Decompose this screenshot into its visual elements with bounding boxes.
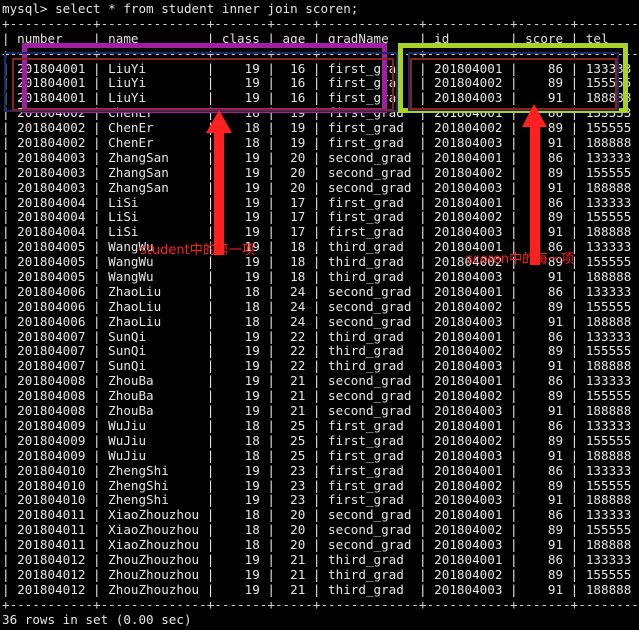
table-row: | 201804008 | ZhouBa | 19 | 21 | second_… [2, 388, 639, 404]
footer-line: 36 rows in set (0.00 sec) [2, 611, 192, 627]
hdr-line: | number | name | class | age | gradName… [2, 30, 639, 46]
table-row: | 201804007 | SunQi | 19 | 22 | third_gr… [2, 343, 639, 359]
table-row: | 201804006 | ZhaoLiu | 18 | 24 | second… [2, 313, 639, 329]
table-row: | 201804004 | LiSi | 19 | 17 | first_gra… [2, 209, 639, 225]
table-row: | 201804003 | ZhangSan | 19 | 20 | secon… [2, 179, 639, 195]
table-row: | 201804003 | ZhangSan | 19 | 20 | secon… [2, 164, 639, 180]
table-row: | 201804009 | WuJiu | 18 | 25 | first_gr… [2, 447, 639, 463]
table-row: | 201804012 | ZhouZhouzhou | 19 | 21 | t… [2, 551, 639, 567]
table-row: | 201804006 | ZhaoLiu | 18 | 24 | second… [2, 283, 639, 299]
terminal-output: mysql> select * from student inner join … [0, 0, 639, 630]
table-row: | 201804007 | SunQi | 19 | 22 | third_gr… [2, 358, 639, 374]
table-row: | 201804011 | XiaoZhouzhou | 18 | 20 | s… [2, 507, 639, 523]
table-row: | 201804006 | ZhaoLiu | 18 | 24 | second… [2, 298, 639, 314]
table-row: | 201804012 | ZhouZhouzhou | 19 | 21 | t… [2, 581, 639, 597]
table-row: | 201804010 | ZhengShi | 19 | 23 | first… [2, 462, 639, 478]
table-row: | 201804009 | WuJiu | 18 | 25 | first_gr… [2, 432, 639, 448]
table-row: | 201804009 | WuJiu | 18 | 25 | first_gr… [2, 417, 639, 433]
table-row: | 201804011 | XiaoZhouzhou | 18 | 20 | s… [2, 522, 639, 538]
rule-line: +-----------+--------------+-------+----… [2, 15, 639, 31]
table-row: | 201804005 | WangWu | 19 | 18 | third_g… [2, 239, 639, 255]
table-row: | 201804004 | LiSi | 19 | 17 | first_gra… [2, 194, 639, 210]
table-row: | 201804001 | LiuYi | 19 | 16 | first_gr… [2, 90, 639, 106]
rule-line: +-----------+--------------+-------+----… [2, 596, 639, 612]
table-row: | 201804002 | ChenEr | 18 | 19 | first_g… [2, 135, 639, 151]
table-row: | 201804003 | ZhangSan | 19 | 20 | secon… [2, 149, 639, 165]
table-row: | 201804007 | SunQi | 19 | 22 | third_gr… [2, 328, 639, 344]
table-row: | 201804008 | ZhouBa | 19 | 21 | second_… [2, 403, 639, 419]
table-row: | 201804001 | LiuYi | 19 | 16 | first_gr… [2, 60, 639, 76]
table-row: | 201804011 | XiaoZhouzhou | 18 | 20 | s… [2, 537, 639, 553]
table-row: | 201804004 | LiSi | 19 | 17 | first_gra… [2, 224, 639, 240]
table-row: | 201804012 | ZhouZhouzhou | 19 | 21 | t… [2, 566, 639, 582]
table-row: | 201804008 | ZhouBa | 19 | 21 | second_… [2, 373, 639, 389]
table-row: | 201804005 | WangWu | 19 | 18 | third_g… [2, 269, 639, 285]
table-row: | 201804001 | LiuYi | 19 | 16 | first_gr… [2, 75, 639, 91]
table-row: | 201804010 | ZhengShi | 19 | 23 | first… [2, 492, 639, 508]
table-row: | 201804010 | ZhengShi | 19 | 23 | first… [2, 477, 639, 493]
table-row: | 201804002 | ChenEr | 18 | 19 | first_g… [2, 105, 639, 121]
table-row: | 201804005 | WangWu | 19 | 18 | third_g… [2, 254, 639, 270]
rule-line: +-----------+--------------+-------+----… [2, 45, 639, 61]
prompt-line-line: mysql> select * from student inner join … [2, 1, 359, 16]
table-row: | 201804002 | ChenEr | 18 | 19 | first_g… [2, 120, 639, 136]
